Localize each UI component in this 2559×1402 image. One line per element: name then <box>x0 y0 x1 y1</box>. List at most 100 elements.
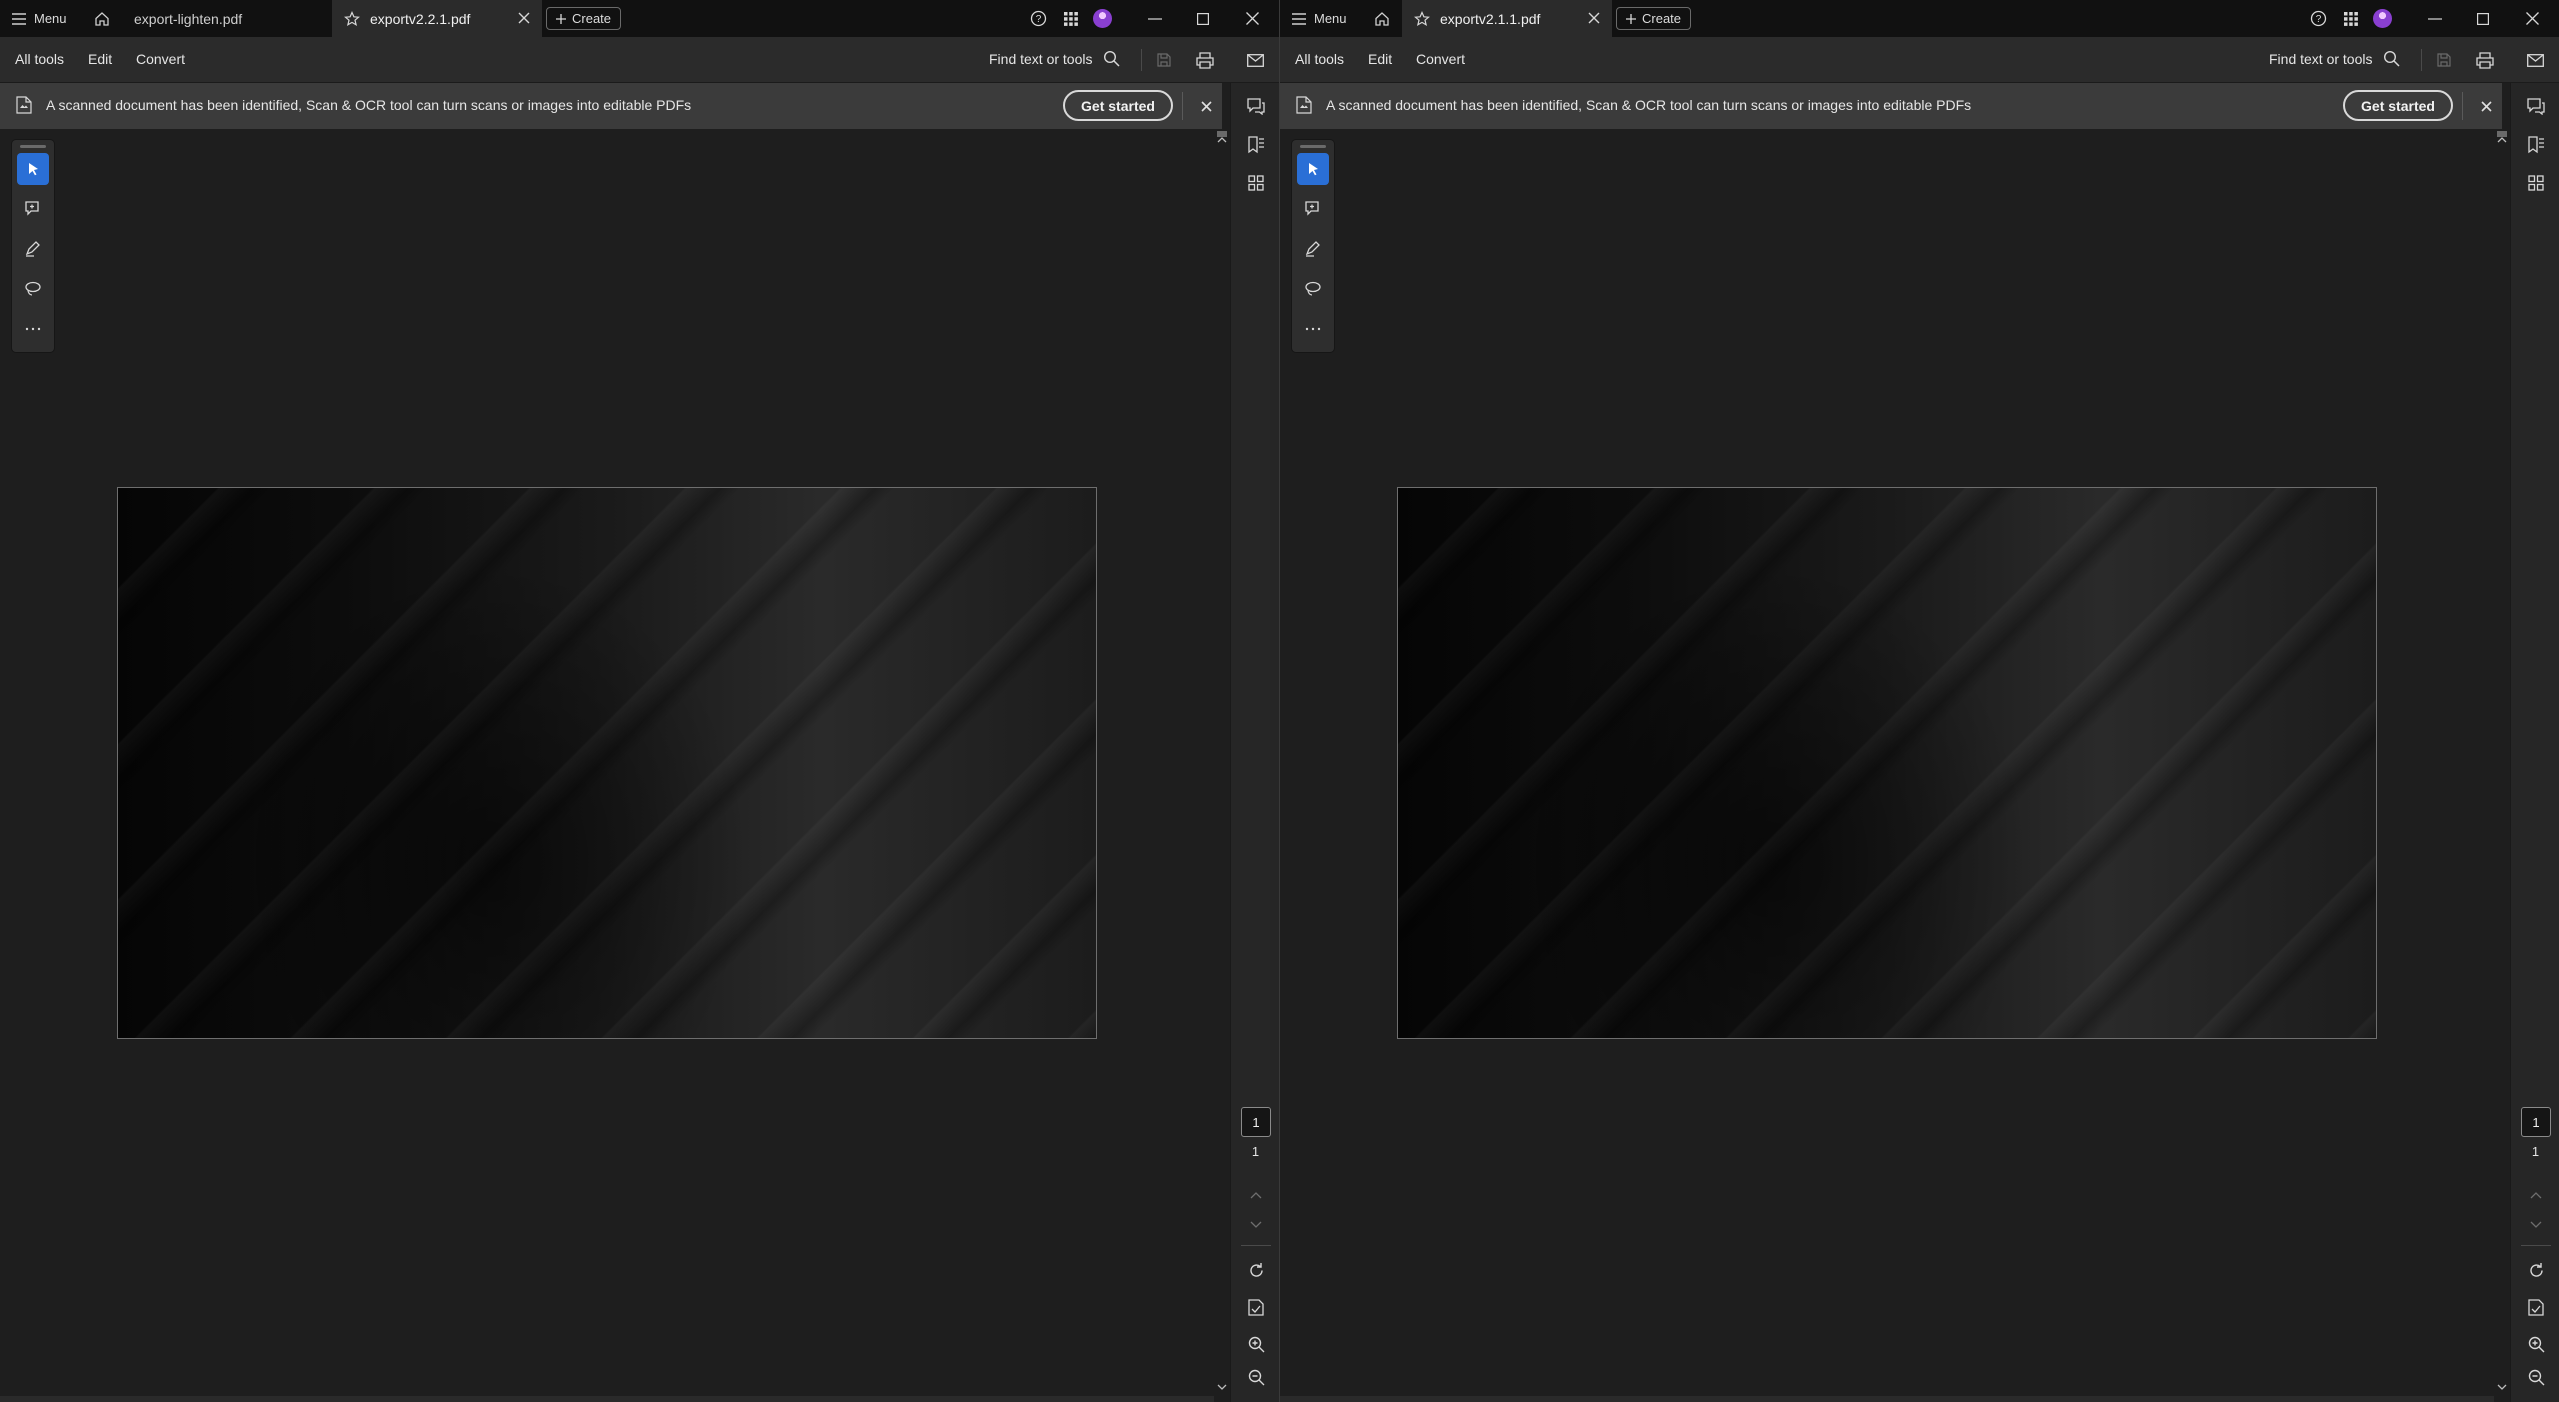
bookmark-icon[interactable] <box>2525 134 2547 156</box>
email-icon[interactable] <box>1244 49 1266 71</box>
vertical-scrollbar[interactable] <box>2494 131 2510 1402</box>
maximize-icon[interactable] <box>2459 0 2507 37</box>
drag-handle[interactable] <box>1300 145 1326 148</box>
thumbnails-icon[interactable] <box>1245 172 1267 194</box>
minimize-icon[interactable] <box>2411 0 2459 37</box>
zoom-in-icon[interactable] <box>1245 1333 1267 1355</box>
close-banner-icon[interactable] <box>2476 96 2496 116</box>
star-icon[interactable] <box>1414 10 1430 27</box>
create-button[interactable]: Create <box>546 7 622 30</box>
extract-page-icon[interactable] <box>2525 1296 2547 1318</box>
select-arrow-icon <box>25 161 41 177</box>
more-tools-button[interactable] <box>17 313 49 345</box>
document-canvas[interactable] <box>1280 129 2494 1402</box>
ocr-notification-banner: A scanned document has been identified, … <box>1280 83 2502 129</box>
previous-page-icon[interactable] <box>2525 1184 2547 1206</box>
toolbar: All tools Edit Convert Find text or tool… <box>0 37 1279 83</box>
zoom-out-icon[interactable] <box>2525 1366 2547 1388</box>
home-icon <box>94 11 110 27</box>
highlight-button[interactable] <box>17 233 49 265</box>
find-text-or-tools[interactable]: Find text or tools <box>2269 50 2400 67</box>
tab-export-lighten[interactable]: export-lighten.pdf <box>122 0 332 37</box>
help-icon[interactable]: ? <box>1028 8 1049 29</box>
email-icon[interactable] <box>2524 49 2546 71</box>
get-started-button[interactable]: Get started <box>1063 90 1173 121</box>
thumbnails-icon[interactable] <box>2525 172 2547 194</box>
close-tab-icon[interactable] <box>516 10 532 26</box>
minimize-icon[interactable] <box>1131 0 1179 37</box>
plus-icon <box>556 13 566 24</box>
create-label: Create <box>1642 11 1682 26</box>
star-icon[interactable] <box>344 10 360 27</box>
close-window-icon[interactable] <box>1228 0 1276 37</box>
home-button[interactable] <box>90 7 114 31</box>
previous-page-icon[interactable] <box>1245 1184 1267 1206</box>
close-tab-icon[interactable] <box>1586 10 1602 26</box>
title-bar: Menu export-lighten.pdf exportv2.2.1.pdf… <box>0 0 1279 37</box>
apps-grid-icon[interactable] <box>2340 8 2361 29</box>
chevron-down-icon[interactable] <box>1217 1384 1227 1390</box>
next-page-icon[interactable] <box>1245 1213 1267 1235</box>
menu-button[interactable]: Menu <box>1292 8 1347 29</box>
menu-button[interactable]: Menu <box>12 8 67 29</box>
chevron-up-icon[interactable] <box>2497 137 2507 143</box>
lasso-button[interactable] <box>17 273 49 305</box>
all-tools-menu[interactable]: All tools <box>15 51 64 67</box>
convert-menu[interactable]: Convert <box>1416 51 1465 67</box>
current-page-input[interactable]: 1 <box>2521 1107 2551 1137</box>
pdf-page-image <box>1397 487 2377 1039</box>
add-comment-button[interactable] <box>17 193 49 225</box>
quick-tools-panel <box>12 140 54 352</box>
select-tool-button[interactable] <box>1297 153 1329 185</box>
more-icon <box>25 327 41 331</box>
avatar[interactable] <box>2373 9 2392 28</box>
add-comment-button[interactable] <box>1297 193 1329 225</box>
close-window-icon[interactable] <box>2508 0 2556 37</box>
all-tools-menu[interactable]: All tools <box>1295 51 1344 67</box>
svg-text:?: ? <box>1036 14 1042 25</box>
help-icon[interactable]: ? <box>2308 8 2329 29</box>
find-label: Find text or tools <box>989 50 1093 67</box>
select-tool-button[interactable] <box>17 153 49 185</box>
save-icon[interactable] <box>1153 49 1175 71</box>
convert-menu[interactable]: Convert <box>136 51 185 67</box>
bookmark-icon[interactable] <box>1245 134 1267 156</box>
drag-handle[interactable] <box>20 145 46 148</box>
vertical-scrollbar[interactable] <box>1214 131 1230 1402</box>
right-rail: 1 1 <box>1230 83 1279 1402</box>
rotate-icon[interactable] <box>1245 1259 1267 1281</box>
more-tools-button[interactable] <box>1297 313 1329 345</box>
search-icon <box>2383 50 2400 67</box>
tab-exportv2-1-1[interactable]: exportv2.1.1.pdf <box>1402 0 1612 37</box>
zoom-out-icon[interactable] <box>1245 1366 1267 1388</box>
edit-menu[interactable]: Edit <box>1368 51 1392 67</box>
create-button[interactable]: Create <box>1616 7 1692 30</box>
chevron-up-icon[interactable] <box>1217 137 1227 143</box>
home-button[interactable] <box>1370 7 1394 31</box>
menu-label: Menu <box>1314 11 1347 26</box>
maximize-icon[interactable] <box>1179 0 1227 37</box>
get-started-button[interactable]: Get started <box>2343 90 2453 121</box>
close-banner-icon[interactable] <box>1196 96 1216 116</box>
print-icon[interactable] <box>2474 49 2496 71</box>
avatar[interactable] <box>1093 9 1112 28</box>
right-rail: 1 1 <box>2510 83 2559 1402</box>
comment-icon[interactable] <box>1245 95 1267 117</box>
highlight-button[interactable] <box>1297 233 1329 265</box>
print-icon[interactable] <box>1194 49 1216 71</box>
edit-menu[interactable]: Edit <box>88 51 112 67</box>
next-page-icon[interactable] <box>2525 1213 2547 1235</box>
tab-label: export-lighten.pdf <box>134 10 243 27</box>
current-page-input[interactable]: 1 <box>1241 1107 1271 1137</box>
zoom-in-icon[interactable] <box>2525 1333 2547 1355</box>
apps-grid-icon[interactable] <box>1060 8 1081 29</box>
tab-exportv2-2-1[interactable]: exportv2.2.1.pdf <box>332 0 542 37</box>
save-icon[interactable] <box>2433 49 2455 71</box>
comment-icon[interactable] <box>2525 95 2547 117</box>
document-canvas[interactable] <box>0 129 1214 1402</box>
lasso-button[interactable] <box>1297 273 1329 305</box>
find-text-or-tools[interactable]: Find text or tools <box>989 50 1120 67</box>
chevron-down-icon[interactable] <box>2497 1384 2507 1390</box>
rotate-icon[interactable] <box>2525 1259 2547 1281</box>
extract-page-icon[interactable] <box>1245 1296 1267 1318</box>
